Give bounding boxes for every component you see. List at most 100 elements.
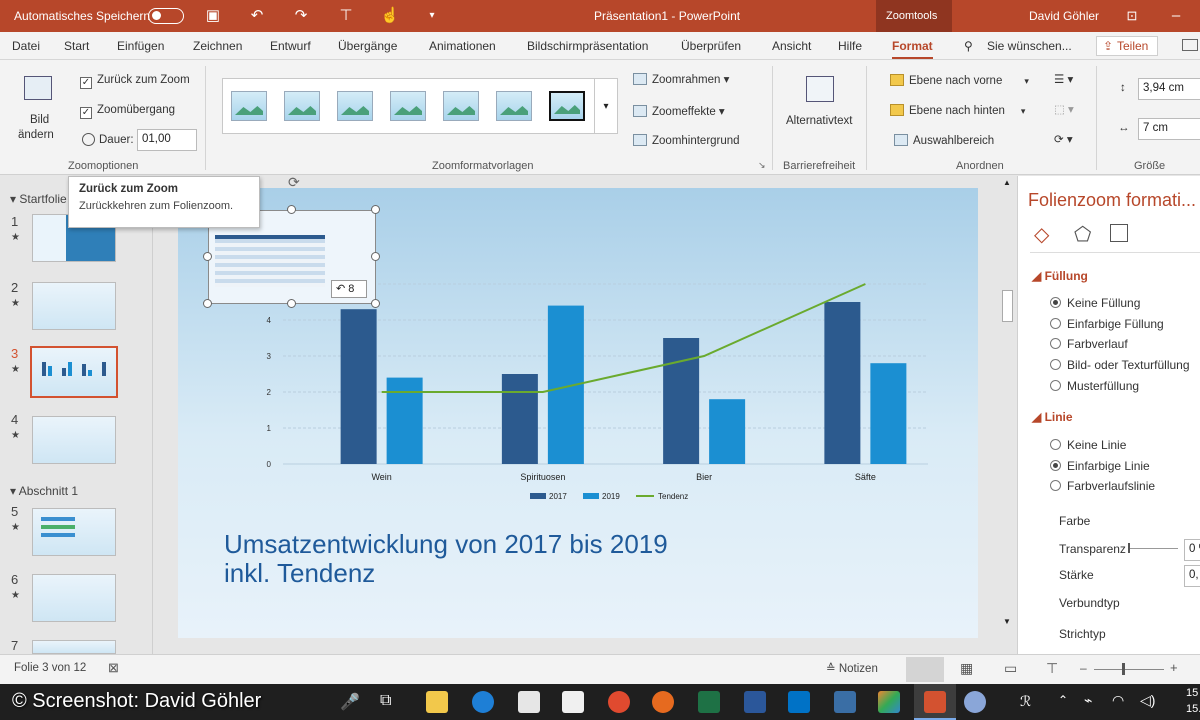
reading-view-icon[interactable]: ▭ <box>1004 660 1017 677</box>
tab-animationen[interactable]: Animationen <box>429 39 496 53</box>
alt-text-button[interactable]: Alternativtext <box>782 74 858 144</box>
user-name[interactable]: David Göhler <box>1029 0 1099 32</box>
zoom-frame-button[interactable]: Zoomrahmen ▾ <box>633 72 729 86</box>
size-properties-icon[interactable] <box>1110 224 1128 242</box>
transparency-slider-thumb[interactable] <box>1128 543 1130 553</box>
zoom-slider[interactable] <box>1094 669 1164 670</box>
notes-button[interactable]: ≙ Notizen <box>826 661 878 675</box>
share-button[interactable]: ⇪ Teilen <box>1096 36 1158 56</box>
slide-thumbnail-5[interactable] <box>32 508 116 556</box>
zoom-style-4[interactable] <box>390 91 426 121</box>
mail-icon[interactable] <box>518 691 540 713</box>
powerpoint-taskbar-button[interactable] <box>914 684 956 720</box>
slide-sorter-icon[interactable]: ▦ <box>960 660 973 677</box>
zoom-transition-checkbox[interactable]: ✓ Zoomübergang <box>80 104 175 119</box>
autosave-toggle[interactable] <box>148 8 184 24</box>
height-input[interactable]: 3,94 cm <box>1138 78 1200 100</box>
zoom-in-icon[interactable]: + <box>1170 660 1178 675</box>
tab-entwurf[interactable]: Entwurf <box>270 39 311 53</box>
zoom-style-1[interactable] <box>231 91 267 121</box>
resize-handle[interactable] <box>371 205 380 214</box>
zoom-style-6[interactable] <box>496 91 532 121</box>
resize-handle[interactable] <box>287 299 296 308</box>
slideshow-icon[interactable]: ⊤ <box>1046 660 1058 677</box>
minimize-icon[interactable]: – <box>1166 6 1186 26</box>
resize-handle[interactable] <box>203 299 212 308</box>
ribbon-display-icon[interactable]: ⊡ <box>1122 6 1142 26</box>
file-explorer-icon[interactable] <box>426 691 448 713</box>
paint-icon[interactable] <box>878 691 900 713</box>
selection-pane-button[interactable]: Auswahlbereich <box>894 134 994 147</box>
line-section-header[interactable]: ◢ Linie <box>1032 410 1073 424</box>
radio-gradient-line[interactable]: Farbverlaufslinie <box>1050 479 1155 493</box>
outlook-icon[interactable] <box>788 691 810 713</box>
store-icon[interactable] <box>562 691 584 713</box>
tray-expand-icon[interactable]: ⌃ <box>1058 693 1068 707</box>
task-view-icon[interactable]: ⧉ <box>380 692 391 710</box>
spell-check-icon[interactable]: ⊠ <box>108 660 119 676</box>
tab-bildschirmpraesentation[interactable]: Bildschirmpräsentation <box>527 39 648 53</box>
group-icon[interactable]: ⬚ ▾ <box>1054 102 1074 116</box>
resize-handle[interactable] <box>371 252 380 261</box>
vertical-scrollbar[interactable]: ▲ ▼ <box>1000 176 1016 630</box>
tab-datei[interactable]: Datei <box>12 39 40 53</box>
slide[interactable]: 0 1 2 3 4 Wein Spirituosen Bier Säfte 2017 2019 Ten… <box>178 174 978 638</box>
microphone-icon[interactable]: 🎤 <box>340 692 360 712</box>
send-backward-button[interactable]: Ebene nach hinten ▾ <box>890 104 1025 117</box>
tab-start[interactable]: Start <box>64 39 89 53</box>
window-icon[interactable] <box>834 691 856 713</box>
touch-mode-icon[interactable]: ☝ <box>380 6 400 26</box>
zoom-return-badge[interactable]: ↶ 8 <box>331 280 367 298</box>
fill-section-header[interactable]: ◢ Füllung <box>1032 269 1088 283</box>
radio-picture-fill[interactable]: Bild- oder Texturfüllung <box>1050 358 1190 372</box>
rotate-handle-icon[interactable]: ⟳ <box>288 174 300 191</box>
present-icon[interactable]: ⊤ <box>336 6 356 26</box>
people-icon[interactable]: ℛ <box>1020 693 1031 710</box>
clock-date[interactable]: 15.05 <box>1186 703 1200 715</box>
zoom-slider-thumb[interactable] <box>1122 663 1125 675</box>
transparency-input[interactable]: 0 % <box>1184 539 1200 561</box>
bring-forward-button[interactable]: Ebene nach vorne ▾ <box>890 74 1029 87</box>
tab-zeichnen[interactable]: Zeichnen <box>193 39 242 53</box>
zoom-style-5[interactable] <box>443 91 479 121</box>
firefox-icon[interactable] <box>652 691 674 713</box>
slide-thumbnail-2[interactable] <box>32 282 116 330</box>
rotate-icon[interactable]: ⟳ ▾ <box>1054 132 1073 146</box>
tab-einfuegen[interactable]: Einfügen <box>117 39 164 53</box>
duration-input[interactable]: 01,00 <box>137 129 197 151</box>
radio-no-fill[interactable]: Keine Füllung <box>1050 296 1140 310</box>
radio-pattern-fill[interactable]: Musterfüllung <box>1050 379 1139 393</box>
edge-icon[interactable] <box>472 691 494 713</box>
fill-line-icon[interactable]: ◇ <box>1034 222 1049 247</box>
scroll-down-icon[interactable]: ▼ <box>1003 617 1011 626</box>
word-icon[interactable] <box>744 691 766 713</box>
zoom-styles-gallery[interactable] <box>222 78 618 134</box>
section-startfolie[interactable]: ▾ Startfolie <box>10 192 67 206</box>
resize-handle[interactable] <box>371 299 380 308</box>
radio-solid-line[interactable]: Einfarbige Linie <box>1050 459 1150 473</box>
chrome-icon[interactable] <box>608 691 630 713</box>
tab-uebergaenge[interactable]: Übergänge <box>338 39 397 53</box>
radio-solid-fill[interactable]: Einfarbige Füllung <box>1050 317 1164 331</box>
effects-icon[interactable]: ⬠ <box>1074 222 1091 247</box>
resize-handle[interactable] <box>203 252 212 261</box>
tab-hilfe[interactable]: Hilfe <box>838 39 862 53</box>
section-abschnitt-1[interactable]: ▾ Abschnitt 1 <box>10 484 78 498</box>
tab-ueberpruefen[interactable]: Überprüfen <box>681 39 741 53</box>
radio-no-line[interactable]: Keine Linie <box>1050 438 1126 452</box>
dialog-launcher-icon[interactable]: ↘ <box>758 160 766 171</box>
search-icon[interactable]: ⚲ <box>964 39 973 53</box>
zoom-style-2[interactable] <box>284 91 320 121</box>
customize-qat-icon[interactable]: ▾ <box>422 6 442 26</box>
resize-handle[interactable] <box>287 205 296 214</box>
slide-thumbnail-4[interactable] <box>32 416 116 464</box>
excel-icon[interactable] <box>698 691 720 713</box>
zoom-background-button[interactable]: Zoomhintergrund <box>633 134 740 147</box>
scroll-up-icon[interactable]: ▲ <box>1003 178 1011 187</box>
undo-icon[interactable]: ↶ <box>247 6 267 26</box>
gallery-more-icon[interactable]: ▾ <box>594 78 618 134</box>
scroll-thumb[interactable] <box>1002 290 1013 322</box>
volume-icon[interactable]: ◁) <box>1140 692 1155 709</box>
zoom-effects-button[interactable]: Zoomeffekte ▾ <box>633 104 725 118</box>
redo-icon[interactable]: ↷ <box>291 6 311 26</box>
